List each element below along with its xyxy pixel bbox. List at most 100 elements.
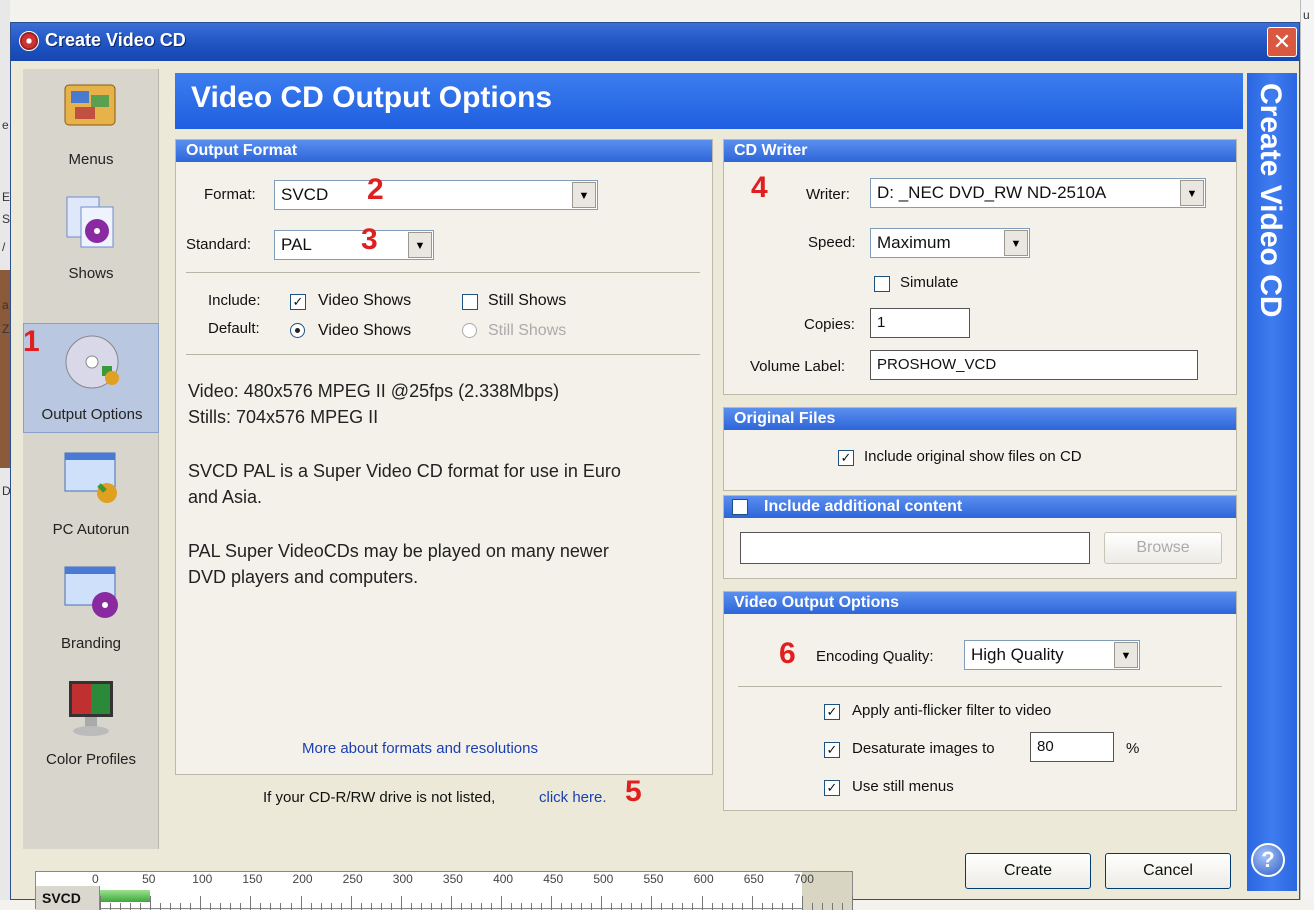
- copies-field[interactable]: 1: [870, 308, 970, 338]
- format-select[interactable]: SVCD ▼: [274, 180, 598, 210]
- sidebar-item-label: Menus: [68, 151, 114, 168]
- create-video-cd-window: Create Video CD ✕ Menus Shows Output Opt…: [10, 22, 1300, 910]
- include-video-label: Video Shows: [318, 292, 412, 309]
- disc-capacity-ruler: SVCD 0 50 100 150 200 250 300 350 400 450 500 550 60…: [35, 871, 853, 910]
- drive-not-listed-text: If your CD-R/RW drive is not listed,: [263, 789, 496, 806]
- help-icon[interactable]: ?: [1251, 843, 1285, 877]
- include-additional-checkbox[interactable]: [732, 499, 748, 515]
- ruler-tick: [681, 903, 683, 910]
- ruler-tick: [260, 903, 262, 910]
- ruler-tick: [791, 903, 793, 910]
- ruler-tick: [481, 903, 482, 910]
- ruler-tick: [561, 903, 563, 910]
- browse-button[interactable]: Browse: [1104, 532, 1222, 564]
- video-output-group: Video Output Options Encoding Quality: H…: [723, 591, 1237, 811]
- ruler-tick: [410, 903, 412, 910]
- ruler-tick: [180, 903, 182, 910]
- color-profiles-icon: [69, 681, 113, 736]
- encoding-quality-select[interactable]: High Quality ▼: [964, 640, 1140, 670]
- create-button[interactable]: Create: [965, 853, 1091, 889]
- sidebar-item-output-options[interactable]: Output Options: [23, 323, 159, 433]
- more-formats-link[interactable]: More about formats and resolutions: [302, 740, 538, 757]
- ruler-tick: [651, 896, 653, 910]
- ruler-tick: [591, 903, 593, 910]
- ruler-tick: [360, 903, 362, 910]
- ruler-tick: [721, 903, 723, 910]
- writer-select[interactable]: D: _NEC DVD_RW ND-2510A ▼: [870, 178, 1206, 208]
- ruler-tick: [521, 903, 523, 910]
- ruler-tick: [771, 903, 773, 910]
- volume-label-field[interactable]: PROSHOW_VCD: [870, 350, 1198, 380]
- app-disc-icon: [19, 31, 39, 51]
- ruler-tick: [240, 903, 242, 910]
- sidebar-item-branding[interactable]: Branding: [23, 553, 159, 663]
- output-format-group: Output Format Format: SVCD ▼ Standard: PA…: [175, 139, 713, 775]
- shows-icon: [66, 196, 114, 248]
- ruler-tick: [852, 896, 853, 910]
- ruler-tick: [551, 896, 553, 910]
- desaturate-checkbox[interactable]: ✓: [824, 742, 840, 758]
- ruler-tick: [831, 903, 833, 910]
- step-marker: 2: [367, 173, 384, 206]
- ruler-tick: [641, 903, 643, 910]
- ruler-tick: [200, 896, 202, 910]
- format-description: and Asia.: [188, 487, 263, 507]
- cancel-button[interactable]: Cancel: [1105, 853, 1231, 889]
- ruler-tick: [270, 903, 272, 910]
- ruler-scale: 0 50 100 150 200 250 300 350 400 450 500 550 600 650 7…: [92, 872, 853, 910]
- simulate-checkbox[interactable]: [874, 276, 890, 292]
- ruler-tick: [140, 903, 142, 910]
- sidebar-item-menus[interactable]: Menus: [23, 69, 159, 179]
- ruler-tick: [370, 903, 372, 910]
- ruler-tick: [541, 903, 543, 910]
- speed-select[interactable]: Maximum ▼: [870, 228, 1030, 258]
- simulate-label: Simulate: [900, 274, 959, 291]
- edge-text: e: [2, 118, 9, 132]
- still-menus-label: Use still menus: [852, 778, 954, 795]
- include-still-checkbox[interactable]: [462, 294, 478, 310]
- ruler-tick: [280, 903, 282, 910]
- still-menus-checkbox[interactable]: ✓: [824, 780, 840, 796]
- sidebar-item-color-profiles[interactable]: Color Profiles: [23, 669, 159, 779]
- close-button[interactable]: ✕: [1267, 27, 1297, 57]
- group-heading: Original Files: [724, 408, 1236, 430]
- ruler-tick-label: 700: [793, 872, 814, 886]
- ruler-tick: [731, 903, 733, 910]
- sidebar-item-pc-autorun[interactable]: PC Autorun: [23, 439, 159, 549]
- ruler-tick: [781, 903, 783, 910]
- sidebar-item-shows[interactable]: Shows: [23, 183, 159, 293]
- ruler-tick: [170, 903, 172, 910]
- ruler-tick: [511, 903, 513, 910]
- default-video-radio[interactable]: [290, 323, 305, 338]
- ruler-tick: [460, 903, 462, 910]
- ruler-tick: [621, 903, 623, 910]
- standard-label: Standard:: [186, 236, 252, 253]
- ruler-tick: [661, 903, 663, 910]
- ruler-tick: [741, 903, 743, 910]
- standard-select[interactable]: PAL ▼: [274, 230, 434, 260]
- page-header: Video CD Output Options: [175, 73, 1243, 129]
- include-original-checkbox[interactable]: ✓: [838, 450, 854, 466]
- ruler-tick-label: 0: [92, 872, 99, 886]
- title-bar[interactable]: Create Video CD ✕: [11, 23, 1299, 61]
- ruler-tick: [110, 903, 112, 910]
- group-heading: Video Output Options: [724, 592, 1236, 614]
- additional-content-path-input[interactable]: [740, 532, 1090, 564]
- sidebar-item-label: PC Autorun: [52, 521, 130, 538]
- ruler-tick: [611, 903, 613, 910]
- ruler-tick: [501, 896, 503, 910]
- page-title: Video CD Output Options: [191, 81, 553, 114]
- window-title: Create Video CD: [45, 30, 186, 50]
- cd-writer-group: CD Writer Writer: D: _NEC DVD_RW ND-2510…: [723, 139, 1237, 395]
- desaturate-percent-field[interactable]: 80: [1030, 732, 1114, 762]
- ruler-tick: [601, 896, 603, 910]
- edge-text: u: [1303, 8, 1310, 22]
- include-video-checkbox[interactable]: ✓: [290, 294, 306, 310]
- ruler-tick: [380, 903, 382, 910]
- antiflicker-checkbox[interactable]: ✓: [824, 704, 840, 720]
- ruler-tick-label: 150: [242, 872, 263, 886]
- include-original-label: Include original show files on CD: [864, 448, 1082, 465]
- click-here-link[interactable]: click here.: [539, 789, 607, 806]
- output-options-icon: [65, 335, 119, 389]
- sidebar-item-label: Color Profiles: [45, 751, 137, 768]
